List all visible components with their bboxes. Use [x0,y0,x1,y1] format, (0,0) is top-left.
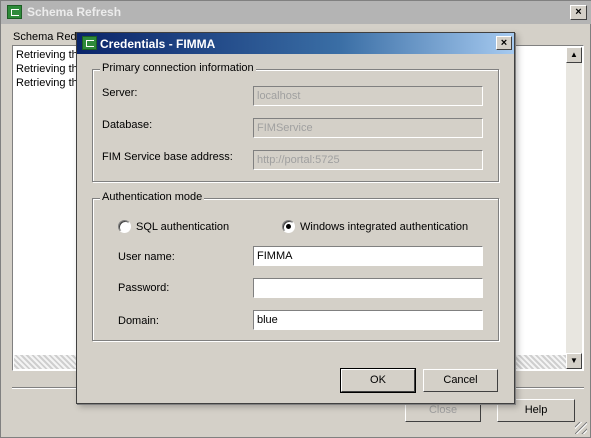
schema-group-label: Schema Redi [13,31,80,43]
log-line: Retrieving the [16,77,84,89]
ok-button[interactable]: OK [340,368,416,393]
primary-connection-group: Primary connection information Server: l… [92,62,499,182]
domain-input[interactable]: blue [253,310,483,330]
server-label: Server: [102,87,138,99]
dialog-title: Credentials - FIMMA [100,37,216,51]
database-label: Database: [102,119,153,131]
dialog-title-bar[interactable]: Credentials - FIMMA × [77,33,514,54]
outer-title-bar[interactable]: Schema Refresh × [1,1,591,24]
outer-close-button[interactable]: × [570,5,587,20]
outer-window-title: Schema Refresh [27,5,122,19]
server-field[interactable]: localhost [253,86,483,106]
domain-label: Domain: [118,315,159,327]
dialog-app-icon [82,36,97,50]
resize-grip-icon[interactable] [575,422,587,434]
password-label: Password: [118,282,170,294]
password-input[interactable] [253,278,483,298]
sql-auth-radio[interactable] [118,220,131,233]
database-field[interactable]: FIMService [253,118,483,138]
fim-service-address-field[interactable]: http://portal:5725 [253,150,483,170]
username-label: User name: [118,251,175,263]
credentials-dialog: Credentials - FIMMA × Primary connection… [76,32,515,404]
windows-auth-radio[interactable] [282,220,295,233]
vertical-scrollbar[interactable]: ▲ ▼ [566,47,582,369]
app-icon [7,5,22,19]
dialog-close-button[interactable]: × [496,36,512,50]
authentication-mode-title: Authentication mode [100,191,205,203]
primary-connection-title: Primary connection information [100,62,256,74]
username-input[interactable]: FIMMA [253,246,483,266]
sql-auth-label[interactable]: SQL authentication [136,221,229,233]
log-line: Retrieving the [16,63,84,75]
log-line: Retrieving the [16,49,84,61]
scroll-down-icon[interactable]: ▼ [566,353,582,369]
windows-auth-label[interactable]: Windows integrated authentication [300,221,468,233]
cancel-button[interactable]: Cancel [423,369,498,392]
authentication-mode-group: Authentication mode SQL authentication W… [92,191,499,341]
scroll-up-icon[interactable]: ▲ [566,47,582,63]
fim-service-address-label: FIM Service base address: [102,151,233,163]
